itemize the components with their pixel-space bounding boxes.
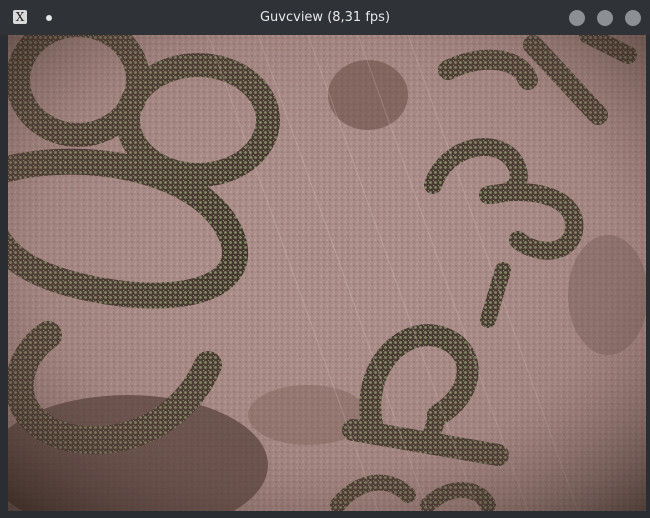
app-window: X Guvcview (8,31 fps) xyxy=(0,0,650,518)
window-bottom-border xyxy=(0,511,650,518)
maximize-button[interactable] xyxy=(597,10,613,26)
app-icon[interactable]: X xyxy=(13,10,27,24)
window-title: Guvcview (8,31 fps) xyxy=(259,10,391,25)
video-preview xyxy=(8,35,646,511)
pin-icon[interactable] xyxy=(46,15,52,21)
title-bar[interactable]: X Guvcview (8,31 fps) xyxy=(0,0,650,35)
close-button[interactable] xyxy=(625,10,641,26)
camera-frame-image xyxy=(8,35,646,511)
minimize-button[interactable] xyxy=(569,10,585,26)
